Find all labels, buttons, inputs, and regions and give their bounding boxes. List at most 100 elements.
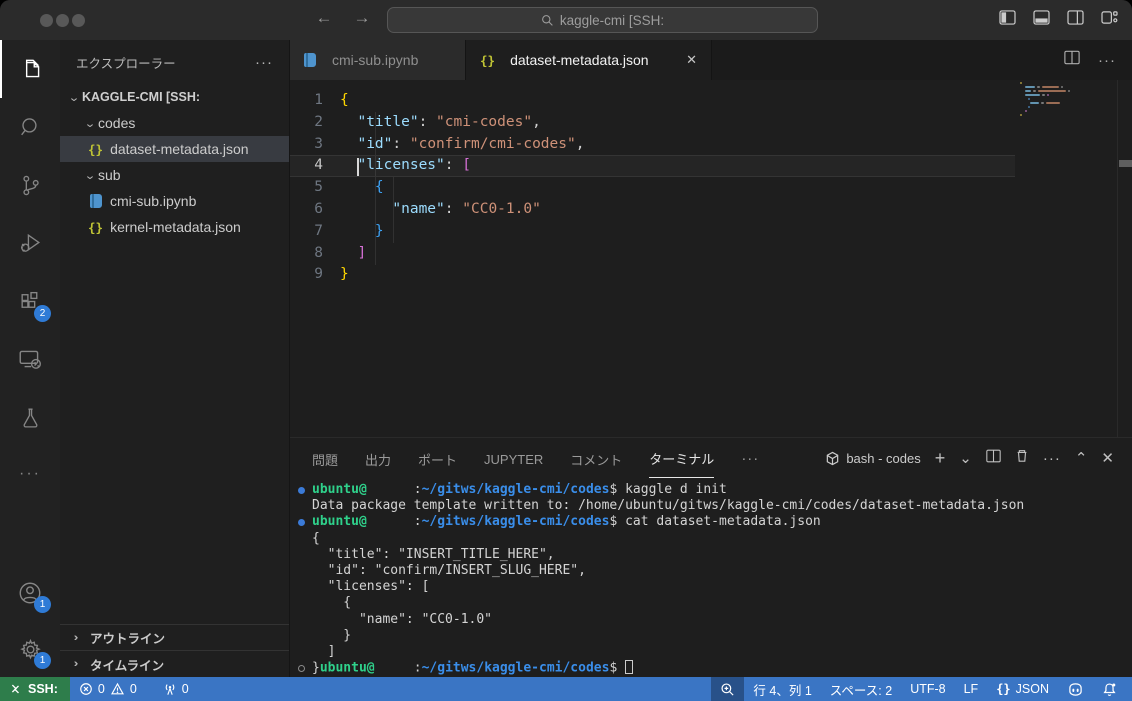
tree-item-dataset-metadata[interactable]: {} dataset-metadata.json — [60, 136, 289, 162]
code-text: "name": "CC0-1.0" — [340, 199, 541, 221]
chevron-down-icon: ⌄ — [64, 91, 85, 104]
split-terminal-icon[interactable] — [986, 449, 1001, 468]
toggle-panel-icon[interactable] — [1033, 10, 1050, 25]
line-number: 1 — [290, 90, 340, 112]
terminal-cursor — [625, 660, 633, 674]
accounts-badge: 1 — [34, 596, 51, 613]
extensions-icon[interactable]: 2 — [0, 272, 60, 330]
command-success-dot — [290, 514, 312, 530]
explorer-icon[interactable] — [0, 40, 60, 98]
customize-layout-icon[interactable] — [1101, 10, 1118, 25]
terminal-instance[interactable]: bash - codes — [825, 451, 920, 466]
editor-more-icon[interactable]: ··· — [1098, 52, 1116, 69]
run-debug-icon[interactable] — [0, 214, 60, 272]
code-text: { — [340, 90, 349, 112]
new-terminal-icon[interactable]: + — [935, 448, 946, 469]
activity-more-icon[interactable]: ··· — [0, 446, 60, 502]
panel-tab-output[interactable]: 出力 — [365, 439, 391, 478]
panel-tab-problems[interactable]: 問題 — [312, 439, 338, 478]
zoom-status-item[interactable] — [711, 677, 744, 701]
zoom-in-icon — [720, 682, 735, 697]
terminal-line: Data package template written to: /home/… — [290, 498, 1132, 514]
terminal-output[interactable]: ubuntu@ :~/gitws/kaggle-cmi/codes$ kaggl… — [290, 482, 1132, 678]
panel-tab-terminal[interactable]: ターミナル — [649, 438, 714, 478]
terminal-line: "licenses": [ — [290, 579, 1132, 595]
panel-more-icon[interactable]: ··· — [741, 450, 759, 467]
panel-tab-jupyter[interactable]: JUPYTER — [484, 441, 543, 476]
code-line: 5 { — [290, 177, 1015, 199]
tree-item-cmi-sub[interactable]: cmi-sub.ipynb — [60, 188, 289, 214]
window-close-button[interactable] — [40, 14, 53, 27]
nav-forward-button[interactable]: → — [350, 8, 374, 28]
remote-explorer-icon[interactable] — [0, 330, 60, 388]
language-indicator[interactable]: {} JSON — [987, 677, 1058, 701]
tree-item-kernel-metadata[interactable]: {} kernel-metadata.json — [60, 214, 289, 240]
terminal-dropdown-icon[interactable]: ⌄ — [959, 449, 972, 467]
panel-actions-more-icon[interactable]: ··· — [1043, 450, 1061, 467]
line-col-indicator[interactable]: 行 4、列 1 — [744, 677, 820, 701]
terminal-gutter — [290, 628, 312, 644]
terminal-text: Data package template written to: /home/… — [312, 498, 1024, 514]
source-control-icon[interactable] — [0, 156, 60, 214]
scrollbar-thumb[interactable] — [1119, 160, 1132, 167]
json-file-icon: {} — [480, 53, 495, 68]
terminal-text: ] — [312, 644, 335, 660]
timeline-section-header[interactable]: › タイムライン — [60, 650, 289, 677]
toggle-secondary-sidebar-icon[interactable] — [1067, 10, 1084, 25]
accounts-icon[interactable]: 1 — [0, 565, 60, 621]
eol-indicator[interactable]: LF — [955, 677, 988, 701]
terminal-line: "title": "INSERT_TITLE_HERE", — [290, 547, 1132, 563]
indentation-indicator[interactable]: スペース: 2 — [821, 677, 901, 701]
copilot-status-item[interactable] — [1058, 677, 1093, 701]
panel-tab-comments[interactable]: コメント — [570, 439, 622, 478]
terminal-gutter — [290, 595, 312, 611]
code-text: "licenses": [ — [340, 155, 471, 177]
terminal-gutter — [290, 547, 312, 563]
code-line: 2 "title": "cmi-codes", — [290, 112, 1015, 134]
line-number: 9 — [290, 264, 340, 286]
editor-scrollbar[interactable] — [1117, 80, 1132, 437]
tree-item-sub[interactable]: ⌄ sub — [60, 162, 289, 188]
command-center-search[interactable]: kaggle-cmi [SSH: — [387, 7, 818, 33]
minimap-line — [1016, 94, 1117, 97]
terminal-line: { — [290, 595, 1132, 611]
split-editor-icon[interactable] — [1064, 50, 1080, 70]
window-minimize-button[interactable] — [56, 14, 69, 27]
tree-item-root[interactable]: ⌄ KAGGLE-CMI [SSH: — [60, 84, 289, 110]
sidebar-more-icon[interactable]: ··· — [255, 54, 273, 71]
maximize-panel-icon[interactable]: ⌃ — [1075, 449, 1088, 467]
testing-icon[interactable] — [0, 388, 60, 446]
terminal-text: "id": "confirm/INSERT_SLUG_HERE", — [312, 563, 586, 579]
settings-gear-icon[interactable]: 1 — [0, 621, 60, 677]
line-number: 4 — [290, 155, 340, 177]
terminal-gutter — [290, 644, 312, 660]
encoding-indicator[interactable]: UTF-8 — [901, 677, 954, 701]
terminal-line: ubuntu@ :~/gitws/kaggle-cmi/codes$ cat d… — [290, 514, 1132, 530]
minimap[interactable] — [1016, 82, 1117, 437]
tab-close-icon[interactable]: ✕ — [686, 52, 697, 68]
window-zoom-button[interactable] — [72, 14, 85, 27]
kill-terminal-icon[interactable] — [1015, 448, 1029, 468]
nav-back-button[interactable]: ← — [312, 8, 336, 28]
terminal-line: { — [290, 531, 1132, 547]
editor-code[interactable]: 1{2 "title": "cmi-codes",3 "id": "confir… — [290, 80, 1132, 437]
tab-cmi-sub[interactable]: cmi-sub.ipynb — [290, 40, 466, 80]
line-number: 2 — [290, 112, 340, 134]
tab-dataset-metadata[interactable]: {} dataset-metadata.json ✕ — [466, 40, 712, 80]
panel-tab-ports[interactable]: ポート — [418, 439, 457, 478]
braces-icon: {} — [996, 682, 1010, 696]
close-panel-icon[interactable]: ✕ — [1101, 449, 1114, 467]
remote-indicator[interactable]: SSH: — [0, 677, 70, 701]
terminal-gutter — [290, 563, 312, 579]
ports-indicator[interactable]: 0 — [154, 677, 198, 701]
outline-section-header[interactable]: › アウトライン — [60, 624, 289, 650]
warning-icon — [110, 682, 125, 696]
tree-item-codes[interactable]: ⌄ codes — [60, 110, 289, 136]
terminal-line: }ubuntu@ :~/gitws/kaggle-cmi/codes$ — [290, 660, 1132, 676]
problems-indicator[interactable]: 0 0 — [70, 677, 146, 701]
toggle-primary-sidebar-icon[interactable] — [999, 10, 1016, 25]
code-text: "title": "cmi-codes", — [340, 112, 541, 134]
notifications-bell[interactable] — [1093, 677, 1126, 701]
minimap-line — [1016, 86, 1117, 89]
search-sidebar-icon[interactable] — [0, 98, 60, 156]
